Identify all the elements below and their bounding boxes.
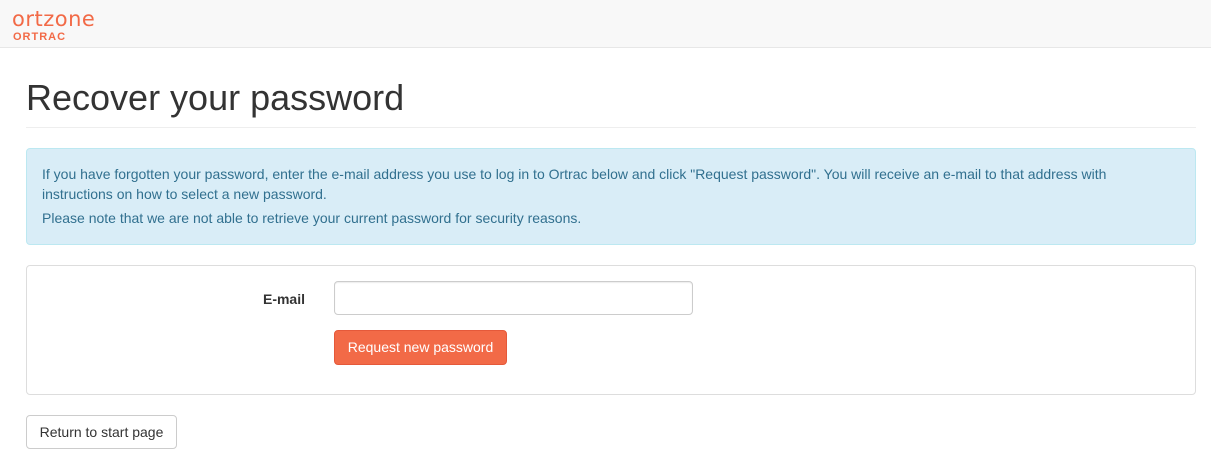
ortzone-logo[interactable]: ortzone ORTRAC xyxy=(12,7,112,43)
info-paragraph-instructions: If you have forgotten your password, ent… xyxy=(42,166,1107,202)
title-divider xyxy=(26,127,1196,128)
logo-subtitle: ORTRAC xyxy=(13,31,67,43)
info-paragraph-security-note: Please note that we are not able to retr… xyxy=(42,210,582,226)
page-title: Recover your password xyxy=(26,77,405,118)
return-to-start-page-button[interactable]: Return to start page xyxy=(26,415,177,449)
email-input[interactable] xyxy=(334,281,693,315)
info-alert: If you have forgotten your password, ent… xyxy=(26,148,1196,245)
top-navbar: ortzone ORTRAC xyxy=(0,0,1211,48)
email-label: E-mail xyxy=(262,291,305,307)
password-recovery-form: E-mail Request new password xyxy=(26,265,1196,395)
logo-wordmark: ortzone xyxy=(12,7,96,31)
request-new-password-button[interactable]: Request new password xyxy=(334,330,507,365)
